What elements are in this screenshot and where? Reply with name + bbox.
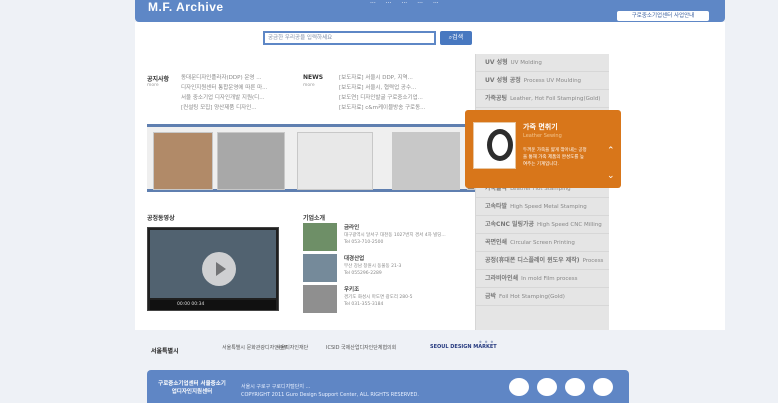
process-menu-item[interactable]: 곡면인쇄 Circular Screen Printing xyxy=(476,234,609,252)
chevron-up-icon[interactable]: ⌃ xyxy=(607,146,615,156)
news-item[interactable]: [보도연] 디자인발굴 구로중소기업... xyxy=(339,93,423,101)
footer-address: 서울시 구로구 구로디지털단지 ... COPYRIGHT 2011 Guro D… xyxy=(241,384,419,398)
featured-title: 가죽 면취기 xyxy=(523,123,558,131)
top-nav-item[interactable]: ... xyxy=(417,0,423,5)
featured-description: 두꺼운 가죽을 얇게 깎아내는 공정을 통해 가죽 제품의 완성도를 높여주는 … xyxy=(523,148,587,167)
company-name[interactable]: 대경산업 xyxy=(344,254,364,262)
top-bar: M.F. Archive ... ... ... ... ... 구로중소기업센… xyxy=(135,0,725,22)
certification-icons xyxy=(509,378,613,396)
notice-item[interactable]: 서울 중소기업 디자인개발 지원(디... xyxy=(181,93,264,101)
notice-more-link[interactable]: more xyxy=(147,83,159,88)
process-menu-item[interactable]: UV 성형 공정 Process UV Moulding xyxy=(476,72,609,90)
featured-process-card[interactable]: 가죽 면취기 Leather Sewing 두꺼운 가죽을 얇게 깎아내는 공정… xyxy=(465,110,621,188)
company-info: 경기도 화성시 마도면 광도리 280-5 Tel 031-355-3184 xyxy=(344,295,413,307)
process-menu-item[interactable]: 가죽공팅 Leather, Hot Foil Stamping(Gold) xyxy=(476,90,609,108)
notice-item[interactable]: 디자인지원센터 통합운영에 따른 마... xyxy=(181,83,267,91)
company-image[interactable] xyxy=(303,285,337,313)
certification-icon xyxy=(537,378,557,396)
center-program-button[interactable]: 구로중소기업센터 사업안내 xyxy=(617,11,709,21)
process-menu-item[interactable]: 고속타발 High Speed Metal Stamping xyxy=(476,198,609,216)
top-nav-item[interactable]: ... xyxy=(433,0,439,5)
play-icon xyxy=(216,262,226,276)
main-content: 궁금한 우리공을 입력하세요 ⌕검색 공지사항 more 동대문디자인플라자(D… xyxy=(135,22,725,330)
featured-image xyxy=(473,122,516,169)
site-title[interactable]: M.F. Archive xyxy=(148,0,224,14)
gallery-image[interactable] xyxy=(297,132,373,190)
footer-logo: 구로중소기업센터 서울중소기업디자인지원센터 xyxy=(158,381,226,395)
news-item[interactable]: [보도자료] 서울시 DDP, 지역... xyxy=(339,73,413,81)
partner-logos: 서울특별시 서울특별시 문화관광디자인본부 서울디자인재단 ICSID 국제산업… xyxy=(146,336,606,360)
video-controls[interactable]: 00:00 00:34 xyxy=(150,300,276,310)
company-info: 부산 강남 창원시 동물동 21-3 Tel 055296-2289 xyxy=(344,264,402,276)
page: M.F. Archive ... ... ... ... ... 구로중소기업센… xyxy=(0,0,778,403)
video-player[interactable]: 00:00 00:34 xyxy=(147,227,279,311)
footer: 구로중소기업센터 서울중소기업디자인지원센터 서울시 구로구 구로디지털단지 .… xyxy=(147,370,629,403)
certification-icon xyxy=(509,378,529,396)
play-button[interactable] xyxy=(202,252,236,286)
gallery-image[interactable] xyxy=(217,132,285,190)
notice-item[interactable]: 동대문디자인플라자(DDP) 운영 ... xyxy=(181,73,261,81)
top-nav-item[interactable]: ... xyxy=(401,0,407,5)
chevron-down-icon[interactable]: ⌄ xyxy=(607,171,615,181)
notice-title: 공지사항 xyxy=(147,76,170,83)
process-menu-item[interactable]: 고속CNC 밀링가공 High Speed CNC Milling xyxy=(476,216,609,234)
company-section-title: 기업소개 xyxy=(303,215,326,222)
seoul-design-market-logo[interactable]: SEOUL DESIGN MARKET xyxy=(430,344,497,350)
video-section-title: 공정동영상 xyxy=(147,215,175,222)
company-image[interactable] xyxy=(303,223,337,251)
design-foundation-logo[interactable]: 서울디자인재단 xyxy=(276,344,308,351)
top-nav-item[interactable]: ... xyxy=(370,0,376,5)
icsid-logo[interactable]: ICSID 국제산업디자인단체협의회 xyxy=(326,344,396,351)
process-menu-item[interactable]: 공정(휴대폰 디스플레이 윈도우 제작) Process xyxy=(476,252,609,270)
news-item[interactable]: [보도자료] 서울시, 협력업 공수... xyxy=(339,83,416,91)
company-image[interactable] xyxy=(303,254,337,282)
right-process-menu: UV 성형 UV Molding UV 성형 공정 Process UV Mould… xyxy=(475,54,609,330)
company-name[interactable]: 우키조 xyxy=(344,285,359,293)
seoul-city-logo[interactable]: 서울특별시 xyxy=(151,346,179,355)
watch-icon xyxy=(487,129,513,161)
process-menu-item[interactable]: 금박 Foil Hot Stamping(Gold) xyxy=(476,288,609,306)
process-menu-item[interactable]: UV 성형 UV Molding xyxy=(476,54,609,72)
process-menu-item[interactable]: 그라비아인쇄 In mold Film process xyxy=(476,270,609,288)
news-more-link[interactable]: more xyxy=(303,83,315,88)
search-button[interactable]: ⌕검색 xyxy=(440,31,472,45)
gallery-image[interactable] xyxy=(153,132,213,190)
company-info: 대구광역시 달서구 대천동 1027번지 경서 4차 빌딩... Tel 053-… xyxy=(344,233,446,245)
notice-item[interactable]: [컨설팅 모집] 양산제품 디자인... xyxy=(181,103,257,111)
news-item[interactable]: [보도자료] c&m케이블방송 구로동... xyxy=(339,103,425,111)
company-name[interactable]: 금라인 xyxy=(344,223,359,231)
image-gallery xyxy=(147,124,475,192)
top-nav-item[interactable]: ... xyxy=(386,0,392,5)
certification-icon xyxy=(565,378,585,396)
certification-icon xyxy=(593,378,613,396)
featured-subtitle: Leather Sewing xyxy=(523,133,562,139)
search-input[interactable]: 궁금한 우리공을 입력하세요 xyxy=(263,31,436,45)
gallery-image[interactable] xyxy=(392,132,460,190)
top-navigation: ... ... ... ... ... xyxy=(370,0,439,5)
news-title: NEWS xyxy=(303,74,324,81)
video-thumbnail[interactable] xyxy=(150,230,276,298)
